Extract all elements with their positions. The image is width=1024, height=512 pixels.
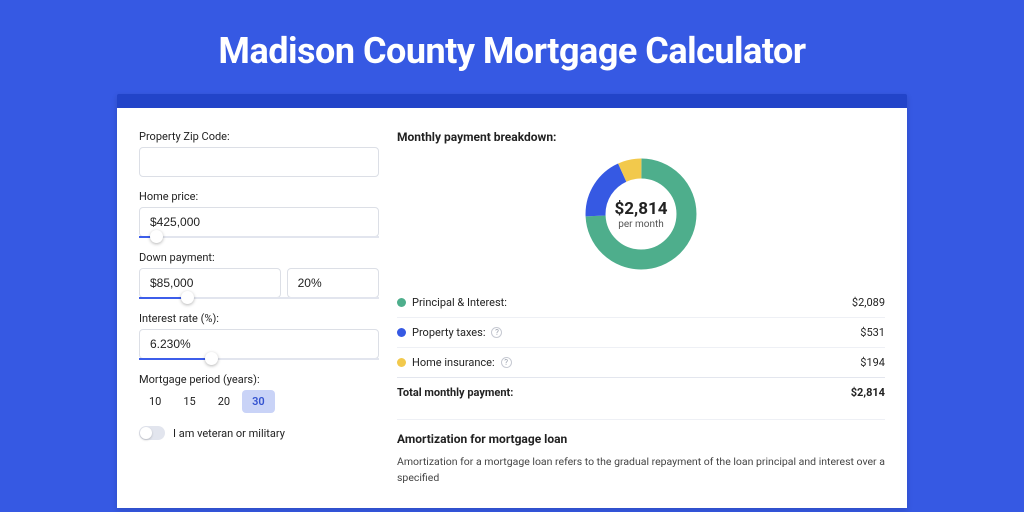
amortization-heading: Amortization for mortgage loan [397,432,885,446]
period-option-15[interactable]: 15 [173,390,205,413]
down-payment-slider[interactable] [139,297,379,299]
amortization-section: Amortization for mortgage loan Amortizat… [397,419,885,486]
legend-label: Home insurance: [412,356,495,369]
legend-dot-icon [397,298,406,307]
down-payment-percent-input[interactable] [287,268,379,298]
legend-row: Property taxes:? $531 [397,317,885,347]
form-panel: Property Zip Code: Home price: Down paym… [139,130,379,508]
total-amount: $2,814 [851,386,885,399]
period-options: 10152030 [139,390,379,413]
home-price-label: Home price: [139,190,379,203]
calculator-card: Property Zip Code: Home price: Down paym… [117,94,907,508]
period-option-20[interactable]: 20 [208,390,240,413]
down-payment-label: Down payment: [139,251,379,264]
period-option-30[interactable]: 30 [242,390,275,413]
legend-dot-icon [397,328,406,337]
breakdown-panel: Monthly payment breakdown: $2,814 per mo… [397,130,885,508]
legend-label: Principal & Interest: [412,296,507,309]
home-price-input[interactable] [139,207,379,237]
zip-input[interactable] [139,147,379,177]
legend-dot-icon [397,358,406,367]
legend-amount: $194 [860,356,885,369]
zip-label: Property Zip Code: [139,130,379,143]
legend-total-row: Total monthly payment: $2,814 [397,377,885,407]
info-icon[interactable]: ? [491,327,502,338]
legend-label: Property taxes: [412,326,485,339]
veteran-label: I am veteran or military [173,427,285,440]
home-price-slider[interactable] [139,236,379,238]
down-payment-amount-input[interactable] [139,268,281,298]
legend-amount: $531 [860,326,885,339]
interest-rate-slider[interactable] [139,358,379,360]
breakdown-donut-chart: $2,814 per month [581,154,701,274]
breakdown-legend: Principal & Interest: $2,089 Property taxe… [397,288,885,407]
total-label: Total monthly payment: [397,386,513,399]
interest-rate-input[interactable] [139,329,379,359]
info-icon[interactable]: ? [501,357,512,368]
period-option-10[interactable]: 10 [139,390,171,413]
interest-rate-label: Interest rate (%): [139,312,379,325]
donut-total: $2,814 [615,199,668,219]
donut-subtext: per month [618,219,664,230]
legend-row: Principal & Interest: $2,089 [397,288,885,317]
veteran-toggle[interactable] [139,426,165,440]
legend-row: Home insurance:? $194 [397,347,885,377]
amortization-text: Amortization for a mortgage loan refers … [397,454,885,486]
page-title: Madison County Mortgage Calculator [0,30,1024,72]
period-label: Mortgage period (years): [139,373,379,386]
legend-amount: $2,089 [852,296,885,309]
breakdown-heading: Monthly payment breakdown: [397,130,885,144]
